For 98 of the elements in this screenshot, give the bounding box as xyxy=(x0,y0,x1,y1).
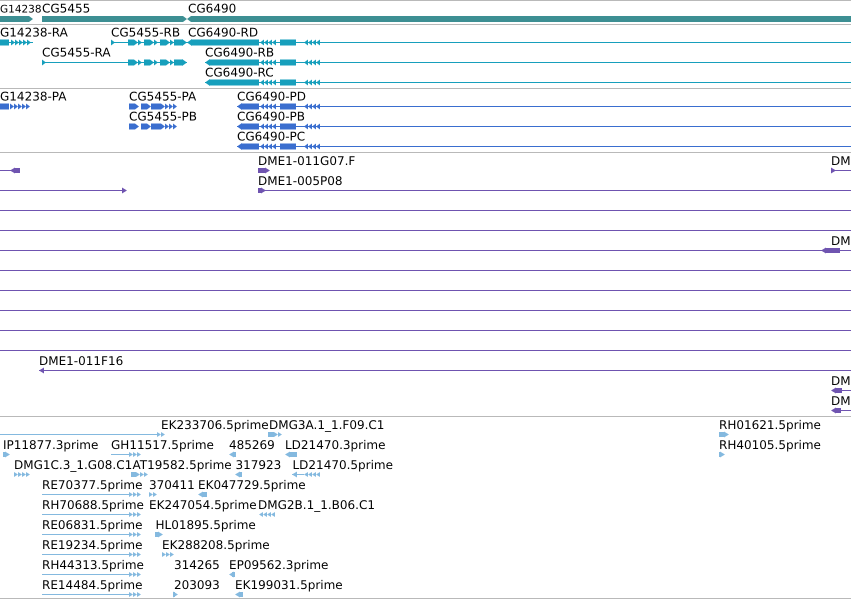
alignment-label: DME1-005P08 xyxy=(258,174,343,188)
est-label: RE14484.5prime xyxy=(42,578,142,592)
gene-bar[interactable] xyxy=(0,16,33,22)
transcript-label: G14238-RA xyxy=(0,26,68,40)
est-glyph[interactable] xyxy=(42,572,141,577)
est-label: EK288208.5prime xyxy=(162,538,270,552)
est-label: RE06831.5prime xyxy=(42,518,142,532)
est-glyph[interactable] xyxy=(42,512,141,517)
alignment-glyph[interactable] xyxy=(0,188,127,194)
protein-glyph[interactable] xyxy=(236,103,851,110)
alignment-glyph[interactable] xyxy=(38,368,851,374)
est-label: AT19582.5prime xyxy=(132,458,232,472)
est-label: LD21470.3prime xyxy=(285,438,386,452)
gene-label: CG6490 xyxy=(188,2,236,16)
est-glyph[interactable] xyxy=(155,532,163,538)
alignment-label: DME1-011F16 xyxy=(39,354,124,368)
est-glyph[interactable] xyxy=(162,552,174,557)
transcript-label: CG6490-RC xyxy=(205,66,274,80)
est-glyph[interactable] xyxy=(149,492,157,497)
alignment-glyph[interactable] xyxy=(258,188,851,194)
est-label: DMG3A.1_1.F09.C1 xyxy=(269,418,384,432)
alignment-label: DME1-011G07.F xyxy=(258,154,356,168)
alignment-glyph[interactable] xyxy=(831,168,851,174)
protein-glyph[interactable] xyxy=(129,124,177,130)
transcript-glyph[interactable] xyxy=(204,79,851,86)
transcript-glyph[interactable] xyxy=(204,59,851,66)
alignment-glyph[interactable] xyxy=(258,168,270,174)
alignment-label: DM xyxy=(831,394,851,408)
protein-label: CG5455-PB xyxy=(129,110,198,124)
est-label: RH44313.5prime xyxy=(42,558,144,572)
est-label: EK047729.5prime xyxy=(198,478,306,492)
est-label: GH11517.5prime xyxy=(111,438,214,452)
est-label: DMG1C.3_1.G08.C1 xyxy=(14,458,132,472)
est-glyph[interactable] xyxy=(3,452,10,458)
est-glyph[interactable] xyxy=(42,592,141,597)
est-glyph[interactable] xyxy=(259,512,275,517)
alignment-glyph[interactable] xyxy=(821,248,840,254)
est-glyph[interactable] xyxy=(42,532,141,537)
est-label: HL01895.5prime xyxy=(156,518,256,532)
alignment-label: DM xyxy=(831,374,851,388)
est-label: LD21470.5prime xyxy=(292,458,394,472)
est-label: IP11877.3prime xyxy=(3,438,98,452)
est-glyph[interactable] xyxy=(110,452,141,457)
est-label: 317923 xyxy=(236,458,282,472)
alignment-label: DM xyxy=(831,234,851,248)
est-label: 314265 xyxy=(174,558,220,572)
est-label: EK247054.5prime xyxy=(149,498,257,512)
transcript-glyph[interactable] xyxy=(0,40,34,46)
est-label: EK233706.5prime xyxy=(161,418,269,432)
est-glyph[interactable] xyxy=(173,592,178,598)
transcript-label: CG5455-RB xyxy=(111,26,180,40)
protein-glyph[interactable] xyxy=(236,123,851,130)
est-glyph[interactable] xyxy=(235,592,243,598)
est-glyph[interactable] xyxy=(42,492,141,497)
est-label: RH40105.5prime xyxy=(719,438,821,452)
protein-label: G14238-PA xyxy=(0,90,66,104)
est-glyph[interactable] xyxy=(719,452,725,458)
est-glyph[interactable] xyxy=(14,472,30,477)
est-label: 485269 xyxy=(229,438,275,452)
alignment-glyph[interactable] xyxy=(0,168,20,174)
protein-label: CG6490-PB xyxy=(237,110,306,124)
protein-label: CG5455-PA xyxy=(129,90,196,104)
est-glyph[interactable] xyxy=(285,452,297,458)
transcript-glyph[interactable] xyxy=(110,39,188,46)
gene-label: CG5455 xyxy=(42,2,90,16)
est-glyph[interactable] xyxy=(229,452,236,458)
protein-glyph[interactable] xyxy=(236,143,851,150)
est-glyph[interactable] xyxy=(268,432,282,437)
est-glyph[interactable] xyxy=(719,432,729,438)
est-label: EP09562.3prime xyxy=(229,558,328,572)
alignment-glyph[interactable] xyxy=(831,388,851,394)
est-label: RH01621.5prime xyxy=(719,418,821,432)
alignment-label: DM xyxy=(831,154,851,168)
est-label: 370411 xyxy=(149,478,195,492)
est-label: DMG2B.1_1.B06.C1 xyxy=(258,498,375,512)
protein-label: CG6490-PD xyxy=(237,90,306,104)
protein-glyph[interactable] xyxy=(0,104,30,110)
transcript-label: CG6490-RD xyxy=(188,26,258,40)
est-glyph[interactable] xyxy=(235,472,242,478)
est-glyph[interactable] xyxy=(0,432,165,437)
est-label: RE19234.5prime xyxy=(42,538,142,552)
est-label: RE70377.5prime xyxy=(42,478,142,492)
transcript-glyph[interactable] xyxy=(42,59,188,66)
est-glyph[interactable] xyxy=(198,492,207,498)
est-label: 203093 xyxy=(174,578,220,592)
transcript-label: CG5455-RA xyxy=(42,46,111,60)
est-glyph[interactable] xyxy=(131,472,148,477)
transcript-glyph[interactable] xyxy=(186,39,851,46)
protein-label: CG6490-PC xyxy=(237,130,306,144)
est-glyph[interactable] xyxy=(229,572,235,578)
est-label: EK199031.5prime xyxy=(235,578,343,592)
est-label: RH70688.5prime xyxy=(42,498,144,512)
gene-label: G14238 xyxy=(0,4,42,16)
protein-glyph[interactable] xyxy=(129,104,177,110)
transcript-label: CG6490-RB xyxy=(205,46,274,60)
est-glyph[interactable] xyxy=(42,552,141,557)
alignment-glyph[interactable] xyxy=(831,408,851,414)
est-glyph[interactable] xyxy=(292,472,320,478)
